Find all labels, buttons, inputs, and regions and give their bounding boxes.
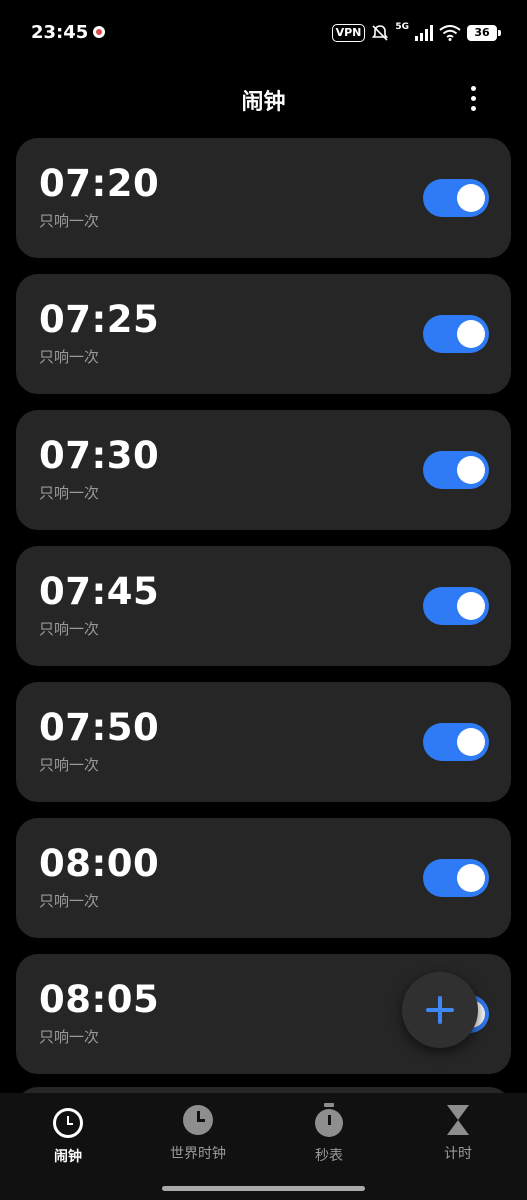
alarm-list: 07:20 只响一次 07:25 只响一次 07:30 只响一次 07:45 只… (16, 138, 511, 1090)
network-type: 5G (395, 22, 409, 32)
add-alarm-button[interactable] (402, 972, 478, 1048)
stopwatch-icon (315, 1103, 343, 1137)
tab-stopwatch[interactable]: 秒表 (263, 1103, 395, 1165)
toggle-knob (457, 592, 485, 620)
alarm-time: 07:20 (39, 162, 160, 205)
page-title: 闹钟 (241, 90, 286, 115)
alarm-time: 07:25 (39, 298, 160, 341)
bell-muted-icon (372, 25, 389, 41)
alarm-repeat: 只响一次 (39, 620, 100, 638)
dot-icon (470, 95, 476, 101)
tab-timer[interactable]: 计时 (392, 1105, 524, 1163)
status-time: 23:45 (31, 22, 89, 43)
alarm-item[interactable]: 08:00 只响一次 (16, 818, 511, 938)
tab-label: 世界时钟 (170, 1146, 226, 1162)
alarm-toggle[interactable] (423, 315, 489, 353)
alarm-time: 07:30 (39, 434, 160, 477)
tab-label: 闹钟 (54, 1149, 82, 1165)
hourglass-icon (447, 1105, 469, 1135)
alarm-repeat: 只响一次 (39, 756, 100, 774)
alarm-time: 07:50 (39, 706, 160, 749)
home-indicator[interactable] (162, 1186, 365, 1191)
status-icons: VPN 5G 36 (331, 22, 501, 44)
toggle-knob (457, 728, 485, 756)
battery-icon: 36 (467, 25, 501, 41)
clock-icon (183, 1105, 213, 1135)
bottom-nav: 闹钟 世界时钟 秒表 计时 (0, 1093, 527, 1200)
alarm-toggle[interactable] (423, 723, 489, 761)
tab-alarm[interactable]: 闹钟 (2, 1105, 134, 1166)
vpn-badge: VPN (331, 24, 366, 42)
alarm-toggle[interactable] (423, 179, 489, 217)
dot-icon (470, 85, 476, 91)
tab-label: 计时 (444, 1146, 472, 1162)
toggle-knob (457, 864, 485, 892)
signal-icon (415, 25, 433, 41)
alarm-item[interactable]: 07:25 只响一次 (16, 274, 511, 394)
alarm-clock-icon (53, 1108, 83, 1138)
alarm-repeat: 只响一次 (39, 212, 100, 230)
alarm-item[interactable]: 07:30 只响一次 (16, 410, 511, 530)
alarm-repeat: 只响一次 (39, 892, 100, 910)
alarm-item[interactable]: 07:20 只响一次 (16, 138, 511, 258)
tab-label: 秒表 (315, 1148, 343, 1164)
status-bar: 23:45 VPN 5G 36 (0, 0, 527, 66)
dot-icon (470, 105, 476, 111)
alarm-toggle[interactable] (423, 859, 489, 897)
alarm-item[interactable]: 07:50 只响一次 (16, 682, 511, 802)
alarm-toggle[interactable] (423, 587, 489, 625)
alarm-toggle[interactable] (423, 451, 489, 489)
more-options-button[interactable] (458, 80, 488, 116)
toggle-knob (457, 456, 485, 484)
alarm-repeat: 只响一次 (39, 484, 100, 502)
wifi-icon (439, 25, 461, 41)
recording-icon (93, 26, 105, 38)
alarm-time: 07:45 (39, 570, 160, 613)
alarm-time: 08:05 (39, 978, 160, 1021)
alarm-time: 08:00 (39, 842, 160, 885)
alarm-repeat: 只响一次 (39, 1028, 100, 1046)
toggle-knob (457, 320, 485, 348)
alarm-repeat: 只响一次 (39, 348, 100, 366)
alarm-item[interactable]: 07:45 只响一次 (16, 546, 511, 666)
toggle-knob (457, 184, 485, 212)
tab-world-clock[interactable]: 世界时钟 (132, 1105, 264, 1163)
